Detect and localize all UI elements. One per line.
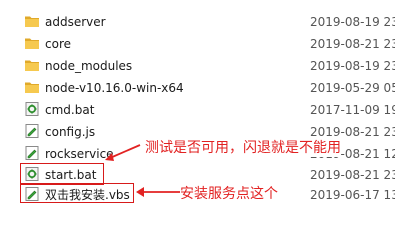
arrow-to-start-bat — [109, 144, 141, 159]
test-annotation: 测试是否可用，闪退就是不能用 — [145, 137, 341, 157]
arrow-head-start — [105, 153, 114, 161]
arrow-head-install — [136, 187, 144, 197]
install-annotation: 安装服务点这个 — [180, 183, 278, 203]
